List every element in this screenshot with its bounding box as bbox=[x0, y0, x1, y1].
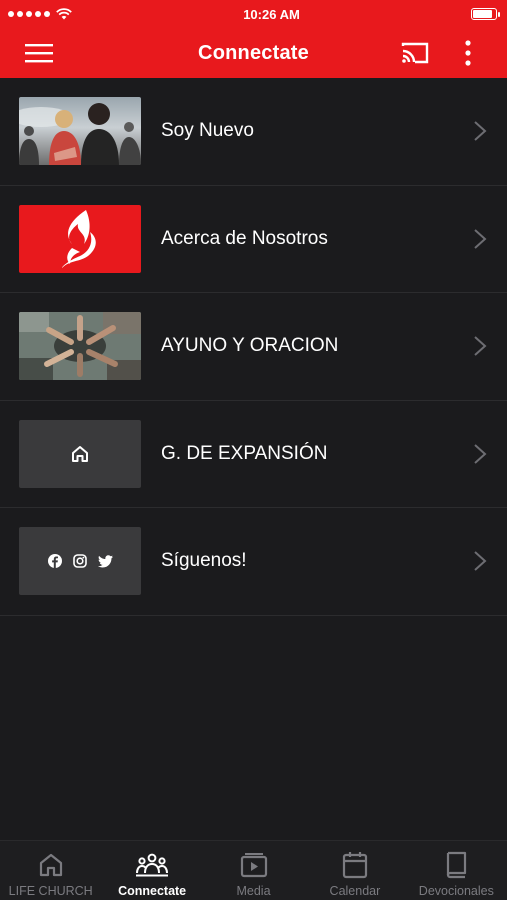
prayer-photo-image bbox=[19, 312, 141, 381]
tab-label: Calendar bbox=[329, 884, 381, 898]
signal-dots-icon bbox=[8, 11, 50, 17]
cast-icon bbox=[401, 42, 429, 64]
battery-icon bbox=[470, 8, 500, 20]
home-icon bbox=[39, 853, 62, 877]
chevron-right-icon bbox=[474, 336, 487, 356]
menu-button[interactable] bbox=[14, 28, 64, 78]
people-photo-image bbox=[19, 103, 141, 166]
chevron-right-icon bbox=[474, 551, 487, 571]
book-icon bbox=[447, 851, 467, 879]
chevron-right-icon bbox=[474, 229, 487, 249]
list-item-siguenos[interactable]: Síguenos! bbox=[0, 508, 507, 616]
list-item-acerca-de-nosotros[interactable]: Acerca de Nosotros bbox=[0, 186, 507, 293]
list-item-label: Acerca de Nosotros bbox=[161, 227, 328, 249]
home-icon bbox=[72, 445, 88, 462]
thumbnail-photo-people bbox=[19, 97, 141, 166]
signal-group bbox=[8, 8, 72, 20]
calendar-icon bbox=[342, 852, 368, 879]
tab-label: LIFE CHURCH bbox=[8, 884, 93, 898]
list-item-label: G. DE EXPANSIÓN bbox=[161, 442, 328, 464]
thumbnail-flame-logo bbox=[19, 204, 141, 273]
cast-button[interactable] bbox=[390, 28, 440, 78]
tab-devocionales[interactable]: Devocionales bbox=[406, 841, 507, 900]
thumbnail-home bbox=[19, 419, 141, 488]
app-bar: Connectate bbox=[0, 28, 507, 78]
connect-list: Soy Nuevo Acerca de Nosotros AYUNO Y ORA… bbox=[0, 78, 507, 616]
wifi-icon bbox=[56, 8, 72, 20]
chevron-right-icon bbox=[474, 444, 487, 464]
more-vertical-icon bbox=[465, 40, 471, 66]
status-time: 10:26 AM bbox=[243, 6, 300, 22]
list-item-label: Síguenos! bbox=[161, 550, 247, 572]
bottom-tab-bar: LIFE CHURCH Connectate Media Calendar De… bbox=[0, 840, 507, 900]
list-item-g-de-expansion[interactable]: G. DE EXPANSIÓN bbox=[0, 401, 507, 508]
hamburger-icon bbox=[25, 44, 53, 63]
chevron-right-icon bbox=[474, 121, 487, 141]
list-item-label: Soy Nuevo bbox=[161, 120, 254, 142]
list-item-label: AYUNO Y ORACION bbox=[161, 335, 339, 357]
social-icons-group bbox=[47, 554, 113, 569]
tab-media[interactable]: Media bbox=[203, 841, 304, 900]
tab-connectate[interactable]: Connectate bbox=[101, 841, 202, 900]
list-item-ayuno-y-oracion[interactable]: AYUNO Y ORACION bbox=[0, 293, 507, 401]
thumbnail-photo-prayer bbox=[19, 312, 141, 381]
more-options-button[interactable] bbox=[448, 28, 488, 78]
list-item-soy-nuevo[interactable]: Soy Nuevo bbox=[0, 78, 507, 186]
facebook-icon bbox=[47, 554, 62, 569]
instagram-icon bbox=[72, 554, 87, 569]
group-icon bbox=[136, 853, 169, 877]
tab-calendar[interactable]: Calendar bbox=[304, 841, 405, 900]
flame-logo-icon bbox=[62, 209, 96, 268]
status-bar: 10:26 AM bbox=[0, 0, 507, 28]
twitter-icon bbox=[97, 555, 113, 568]
tab-label: Connectate bbox=[118, 884, 187, 898]
tab-life-church[interactable]: LIFE CHURCH bbox=[0, 841, 101, 900]
tab-label: Media bbox=[236, 884, 271, 898]
thumbnail-social-icons bbox=[19, 527, 141, 596]
tab-label: Devocionales bbox=[418, 884, 494, 898]
media-play-icon bbox=[240, 853, 267, 878]
